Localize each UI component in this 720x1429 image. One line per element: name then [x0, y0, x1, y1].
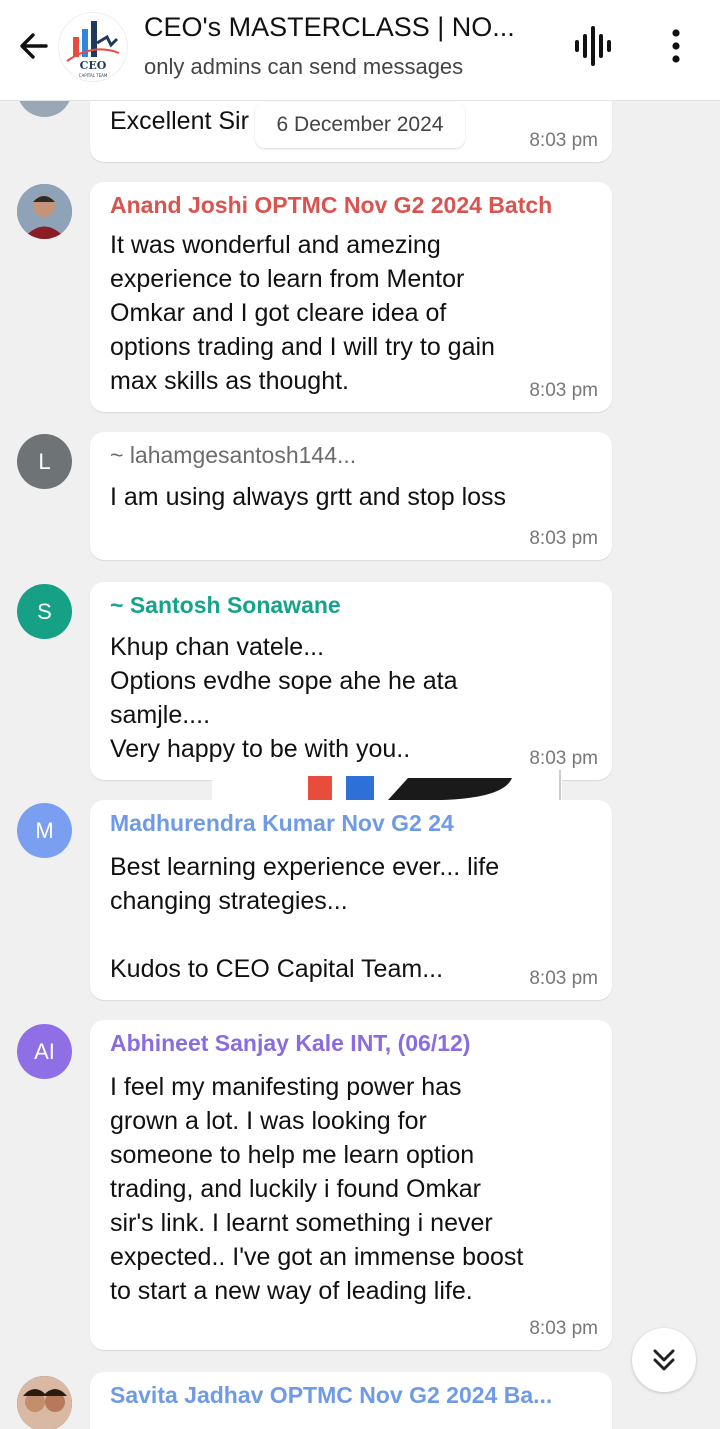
- group-title[interactable]: CEO's MASTERCLASS | NO...: [144, 12, 544, 43]
- message-bubble[interactable]: Anand Joshi OPTMC Nov G2 2024 Batch It w…: [90, 182, 612, 412]
- sender-name[interactable]: ~ lahamgesantosh144...: [110, 442, 356, 469]
- message-time: 8:03 pm: [529, 130, 598, 151]
- sender-name[interactable]: ~ Santosh Sonawane: [110, 592, 341, 619]
- message-time: 8:03 pm: [529, 1318, 598, 1339]
- logo-text: CEO: [80, 59, 107, 72]
- message-bubble[interactable]: Savita Jadhav OPTMC Nov G2 2024 Ba...: [90, 1372, 612, 1429]
- message-text: Best learning experience ever... life ch…: [110, 853, 500, 983]
- group-avatar[interactable]: CEO CAPITAL TEAM: [58, 12, 128, 82]
- message-text: Khup chan vatele... Options evdhe sope a…: [110, 633, 458, 763]
- message-time: 8:03 pm: [529, 968, 598, 989]
- chat-header: CEO CAPITAL TEAM CEO's MASTERCLASS | NO.…: [0, 0, 720, 101]
- sender-name[interactable]: Anand Joshi OPTMC Nov G2 2024 Batch: [110, 192, 552, 219]
- avatar[interactable]: M: [17, 803, 72, 858]
- sender-name[interactable]: Abhineet Sanjay Kale INT, (06/12): [110, 1030, 470, 1057]
- more-options-icon[interactable]: [664, 26, 688, 66]
- avatar[interactable]: [17, 1376, 72, 1429]
- message-bubble[interactable]: ~ Santosh Sonawane Khup chan vatele... O…: [90, 582, 612, 780]
- back-arrow-icon[interactable]: [14, 26, 54, 66]
- double-chevron-down-icon: [653, 1349, 675, 1371]
- message-time: 8:03 pm: [529, 380, 598, 401]
- date-chip: 6 December 2024: [255, 102, 465, 148]
- avatar[interactable]: S: [17, 584, 72, 639]
- message-time: 8:03 pm: [529, 528, 598, 549]
- message-text: It was wonderful and amezing experience …: [110, 231, 495, 395]
- message-bubble[interactable]: ~ lahamgesantosh144... I am using always…: [90, 432, 612, 560]
- message-list[interactable]: Excellent Sir 8:03 pm 6 December 2024 An…: [0, 100, 720, 1429]
- message-bubble[interactable]: Madhurendra Kumar Nov G2 24 Best learnin…: [90, 800, 612, 1000]
- message-text: I feel my manifesting power has grown a …: [110, 1073, 524, 1305]
- message-time: 8:03 pm: [529, 748, 598, 769]
- message-text: I am using always grtt and stop loss: [110, 483, 507, 511]
- voice-chat-icon[interactable]: [572, 24, 614, 68]
- avatar[interactable]: AI: [17, 1024, 72, 1079]
- avatar[interactable]: [17, 100, 72, 117]
- scroll-to-bottom-button[interactable]: [632, 1328, 696, 1392]
- group-subtitle: only admins can send messages: [144, 54, 464, 79]
- sender-name[interactable]: Madhurendra Kumar Nov G2 24: [110, 810, 454, 837]
- image-preview[interactable]: [212, 770, 562, 802]
- sender-name[interactable]: Savita Jadhav OPTMC Nov G2 2024 Ba...: [110, 1382, 552, 1409]
- message-bubble[interactable]: Abhineet Sanjay Kale INT, (06/12) I feel…: [90, 1020, 612, 1350]
- avatar[interactable]: [17, 184, 72, 239]
- logo-subtext: CAPITAL TEAM: [79, 73, 108, 78]
- avatar[interactable]: L: [17, 434, 72, 489]
